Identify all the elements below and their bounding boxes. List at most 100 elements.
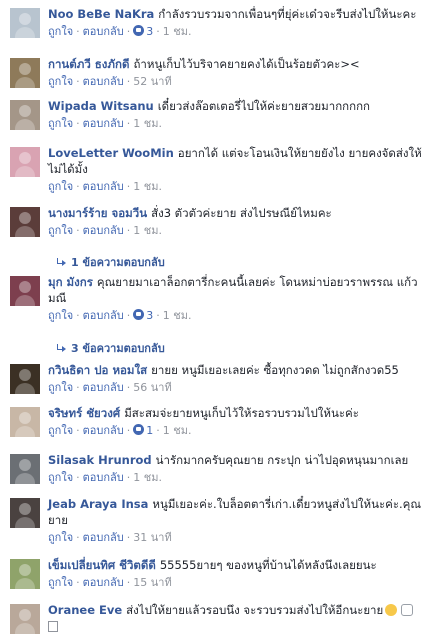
like-link[interactable]: ถูกใจ xyxy=(48,471,73,484)
avatar[interactable] xyxy=(10,147,40,177)
avatar-head-icon xyxy=(19,281,31,293)
reply-link[interactable]: ตอบกลับ xyxy=(83,117,124,130)
comment-text: ส่งไปให้ยายแล้วรอบนึง จะรวบรวมส่งไปให้อี… xyxy=(126,603,384,617)
like-count-number: 1 xyxy=(146,424,154,437)
timestamp[interactable]: 52 นาที xyxy=(133,75,171,88)
like-link[interactable]: ถูกใจ xyxy=(48,576,73,589)
comment-text-line: เข็มเปลี่ยนทิศ ชีวิตดีดี 55555ยายๆ ของหนู… xyxy=(48,557,434,573)
separator-dot: · xyxy=(126,75,131,88)
avatar-head-icon xyxy=(19,609,31,621)
avatar[interactable] xyxy=(10,498,40,528)
avatar-body-icon xyxy=(15,295,35,306)
like-link[interactable]: ถูกใจ xyxy=(48,381,73,394)
avatar[interactable] xyxy=(10,8,40,38)
reply-link[interactable]: ตอบกลับ xyxy=(83,309,124,322)
commenter-name[interactable]: นางมาร์ร้าย จอมวีน xyxy=(48,206,147,220)
like-link[interactable]: ถูกใจ xyxy=(48,117,73,130)
comment-text: สั่ง3 ตัวตัวค่ะยาย ส่งไปรษณีย์ไหมคะ xyxy=(151,206,332,220)
timestamp[interactable]: 1 ชม. xyxy=(163,309,192,322)
like-link[interactable]: ถูกใจ xyxy=(48,25,73,38)
commenter-name[interactable]: เข็มเปลี่ยนทิศ ชีวิตดีดี xyxy=(48,558,156,572)
timestamp[interactable]: 31 นาที xyxy=(133,531,171,544)
like-count[interactable]: 3 xyxy=(133,309,153,322)
avatar[interactable] xyxy=(10,207,40,237)
reply-link[interactable]: ตอบกลับ xyxy=(83,471,124,484)
reply-link[interactable]: ตอบกลับ xyxy=(83,224,124,237)
avatar[interactable] xyxy=(10,58,40,88)
commenter-name[interactable]: LoveLetter WooMin xyxy=(48,146,174,160)
smile-emoji-icon xyxy=(385,604,398,616)
comment-text-line: กวินธิดา ปอ หอมใส ยายย หนูมีเยอะเลยค่ะ ซื… xyxy=(48,362,434,378)
timestamp[interactable]: 1 ชม. xyxy=(163,25,192,38)
reply-link[interactable]: ตอบกลับ xyxy=(83,381,124,394)
commenter-name[interactable]: Oranee Eve xyxy=(48,603,122,617)
avatar-head-icon xyxy=(19,412,31,424)
timestamp[interactable]: 1 ชม. xyxy=(133,117,162,130)
avatar-body-icon xyxy=(15,119,35,130)
view-replies-label: 1 ข้อความตอบกลับ xyxy=(71,256,165,269)
avatar-body-icon xyxy=(15,383,35,394)
like-link[interactable]: ถูกใจ xyxy=(48,75,73,88)
view-replies-link[interactable]: 3 ข้อความตอบกลับ xyxy=(56,339,165,357)
view-replies-label: 3 ข้อความตอบกลับ xyxy=(71,342,165,355)
comment-text: 55555ยายๆ ของหนูที่บ้านได้หลังนึงเลยยนะ xyxy=(159,558,377,572)
avatar[interactable] xyxy=(10,604,40,634)
comment-text-line: จริษทร์ ชัยวงศ์ มีสะสมจ่ะยายหนูเก็บไว้ให้… xyxy=(48,405,434,421)
like-link[interactable]: ถูกใจ xyxy=(48,309,73,322)
avatar-body-icon xyxy=(15,473,35,484)
like-link[interactable]: ถูกใจ xyxy=(48,224,73,237)
comment-text-line: Silasak Hrunrod น่ารักมากครับคุณยาย กระปุ… xyxy=(48,452,434,468)
separator-dot: · xyxy=(156,424,160,437)
commenter-name[interactable]: Noo BeBe NaKra xyxy=(48,7,154,21)
commenter-name[interactable]: Wipada Witsanu xyxy=(48,99,154,113)
avatar[interactable] xyxy=(10,454,40,484)
timestamp[interactable]: 1 ชม. xyxy=(133,224,162,237)
timestamp[interactable]: 1 ชม. xyxy=(133,180,162,193)
like-link[interactable]: ถูกใจ xyxy=(48,424,73,437)
comment-body: Wipada Witsanu เดี๋ยวส่งล๊อตเตอรี่ไปให้ค่… xyxy=(48,98,434,131)
comment-text: ยายย หนูมีเยอะเลยค่ะ ซื้อทุกงวดด ไม่ถูกส… xyxy=(151,363,399,377)
avatar[interactable] xyxy=(10,407,40,437)
comment-text: คุณยายมาเอาล็อกตารี่กะคนนี้เลยค่ะ โดนหม่… xyxy=(48,275,418,305)
comment-text-line: กานต์ภวี ธงภักดี ถ้าหนูเก็บไว้บริจาคยายคง… xyxy=(48,56,434,72)
avatar-head-icon xyxy=(19,212,31,224)
timestamp[interactable]: 1 ชม. xyxy=(133,471,162,484)
commenter-name[interactable]: Silasak Hrunrod xyxy=(48,453,152,467)
comment-body: เข็มเปลี่ยนทิศ ชีวิตดีดี 55555ยายๆ ของหนู… xyxy=(48,557,434,590)
reply-link[interactable]: ตอบกลับ xyxy=(83,180,124,193)
comment-body: Silasak Hrunrod น่ารักมากครับคุณยาย กระปุ… xyxy=(48,452,434,485)
avatar[interactable] xyxy=(10,364,40,394)
reply-link[interactable]: ตอบกลับ xyxy=(83,25,124,38)
checkbox-icon[interactable] xyxy=(48,621,58,632)
avatar-head-icon xyxy=(19,13,31,25)
like-count[interactable]: 1 xyxy=(133,424,153,437)
avatar[interactable] xyxy=(10,276,40,306)
timestamp[interactable]: 15 นาที xyxy=(133,576,171,589)
thumbs-up-icon xyxy=(133,309,145,320)
commenter-name[interactable]: Jeab Araya Insa xyxy=(48,497,148,511)
timestamp[interactable]: 56 นาที xyxy=(133,381,171,394)
comment-actions: ถูกใจ · ตอบกลับ · 1 ชม. xyxy=(48,180,434,194)
reply-link[interactable]: ตอบกลับ xyxy=(83,75,124,88)
commenter-name[interactable]: กวินธิดา ปอ หอมใส xyxy=(48,363,147,377)
avatar-body-icon xyxy=(15,578,35,589)
comment-actions: ถูกใจ · ตอบกลับ · 1 ชม. xyxy=(48,117,434,131)
like-count[interactable]: 3 xyxy=(133,25,153,38)
view-replies-link[interactable]: 1 ข้อความตอบกลับ xyxy=(56,253,165,271)
comment-body: จริษทร์ ชัยวงศ์ มีสะสมจ่ะยายหนูเก็บไว้ให้… xyxy=(48,405,434,438)
thumbs-up-icon xyxy=(133,25,145,36)
avatar[interactable] xyxy=(10,559,40,589)
comment-text-line: Jeab Araya Insa หนูมีเยอะค่ะ.ใบล็อตตารี่เ… xyxy=(48,496,434,528)
commenter-name[interactable]: กานต์ภวี ธงภักดี xyxy=(48,57,129,71)
avatar[interactable] xyxy=(10,100,40,130)
commenter-name[interactable]: มุก มังกร xyxy=(48,275,93,289)
commenter-name[interactable]: จริษทร์ ชัยวงศ์ xyxy=(48,406,120,420)
reply-link[interactable]: ตอบกลับ xyxy=(83,424,124,437)
comment-text: เดี๋ยวส่งล๊อตเตอรี่ไปให้ค่ะยายสวยมากกกกก xyxy=(157,99,371,113)
avatar-body-icon xyxy=(15,426,35,437)
like-link[interactable]: ถูกใจ xyxy=(48,180,73,193)
timestamp[interactable]: 1 ชม. xyxy=(163,424,192,437)
reply-link[interactable]: ตอบกลับ xyxy=(83,531,124,544)
like-link[interactable]: ถูกใจ xyxy=(48,531,73,544)
reply-link[interactable]: ตอบกลับ xyxy=(83,576,124,589)
